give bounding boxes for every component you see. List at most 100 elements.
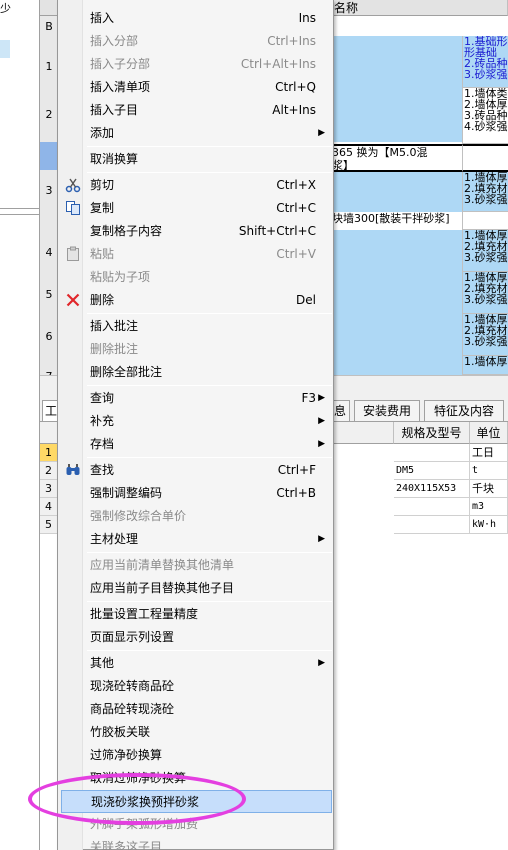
row-number-selected[interactable]: 1: [40, 444, 58, 462]
menu-item-find[interactable]: 查找 Ctrl+F: [61, 459, 332, 482]
description-cell[interactable]: [462, 212, 508, 230]
column-header-unit[interactable]: 单位: [470, 422, 508, 444]
menu-item-label: 查询: [90, 391, 115, 405]
unit-cell[interactable]: t: [470, 462, 508, 480]
row-number[interactable]: 1: [40, 60, 58, 73]
left-panel-selection[interactable]: [0, 40, 10, 58]
menu-item-insert-subsection[interactable]: 插入子分部 Ctrl+Alt+Ins: [61, 53, 332, 76]
menu-item-column-settings[interactable]: 页面显示列设置: [61, 626, 332, 649]
description-cell[interactable]: 1.基础形 形基础 2.砖品种 3.砂浆强: [462, 36, 508, 88]
row-number[interactable]: 3: [40, 184, 58, 197]
spec-cell[interactable]: DM5: [394, 462, 470, 480]
row-number[interactable]: 3: [40, 480, 58, 498]
table-row[interactable]: 块墙300[散装干拌砂浆]: [330, 212, 462, 230]
row-number[interactable]: B: [40, 20, 58, 33]
description-line: 4.砂浆强: [464, 120, 508, 133]
spec-cell[interactable]: [394, 444, 470, 462]
menu-item-cut[interactable]: 剪切 Ctrl+X: [61, 174, 332, 197]
menu-item-force-adjust-code[interactable]: 强制调整编码 Ctrl+B: [61, 482, 332, 505]
menu-item-insert-bill-item[interactable]: 插入清单项 Ctrl+Q: [61, 76, 332, 99]
menu-item-label: 查找: [90, 463, 115, 477]
menu-item-label: 关联多这子目: [90, 840, 163, 850]
menu-item-insert-comment[interactable]: 插入批注: [61, 315, 332, 338]
unit-cell[interactable]: 千块: [470, 480, 508, 498]
tab-features[interactable]: 特征及内容: [424, 400, 504, 421]
menu-item-paste[interactable]: 粘贴 Ctrl+V: [61, 243, 332, 266]
menu-item-sieved-sand-conversion[interactable]: 过筛净砂换算: [61, 744, 332, 767]
menu-item-bamboo-plywood-link[interactable]: 竹胶板关联: [61, 721, 332, 744]
description-cell[interactable]: 1.墙体厚 2.填充材 3.砂浆强: [462, 272, 508, 314]
row-number[interactable]: 5: [40, 516, 58, 534]
menu-item-delete-comment[interactable]: 删除批注: [61, 338, 332, 361]
menu-item-label: 现浇砼转商品砼: [90, 679, 175, 693]
menu-item-insert[interactable]: 插入 Ins: [61, 7, 332, 30]
table-row[interactable]: [330, 88, 462, 142]
submenu-arrow-icon: ▶: [318, 128, 325, 138]
menu-item-label: 剪切: [90, 178, 115, 192]
menu-item-delete-all-comments[interactable]: 删除全部批注: [61, 361, 332, 384]
menu-item-main-material[interactable]: 主材处理 ▶: [61, 528, 332, 551]
row-number[interactable]: 6: [40, 330, 58, 343]
description-cell[interactable]: 1.墙体厚 2.填充材 3.砂浆强: [462, 172, 508, 212]
table-row[interactable]: [330, 172, 462, 212]
menu-item-paste-as-child[interactable]: 粘贴为子项: [61, 266, 332, 289]
table-row[interactable]: [330, 230, 462, 272]
table-row[interactable]: [330, 272, 462, 314]
menu-item-other[interactable]: 其他 ▶: [61, 652, 332, 675]
table-row[interactable]: [330, 314, 462, 356]
column-header-spec[interactable]: 规格及型号: [394, 422, 470, 444]
table-row-selected[interactable]: 365 换为【M5.0混 浆】: [330, 144, 462, 172]
menu-item-batch-precision[interactable]: 批量设置工程量精度: [61, 603, 332, 626]
spec-cell[interactable]: [394, 516, 470, 534]
menu-item-label: 复制: [90, 201, 115, 215]
unit-cell[interactable]: kW·h: [470, 516, 508, 534]
unit-cell[interactable]: m3: [470, 498, 508, 516]
row-number[interactable]: 4: [40, 498, 58, 516]
description-line: 1.墙体厚: [464, 356, 508, 368]
menu-item-label: 强制修改综合单价: [90, 509, 187, 523]
row-number-selected[interactable]: [40, 142, 58, 170]
menu-item-apply-subitem-replace[interactable]: 应用当前子目替换其他子目: [61, 577, 332, 600]
delete-x-icon: [64, 292, 82, 309]
table-row[interactable]: [330, 356, 462, 375]
menu-item-insert-section[interactable]: 插入分部 Ctrl+Ins: [61, 30, 332, 53]
menu-item-shortcut: Ctrl+V: [276, 247, 316, 261]
description-cell[interactable]: 1.墙体厚 2.填充材 3.砂浆强: [462, 230, 508, 272]
menu-item-query[interactable]: 查询 F3 ▶: [61, 387, 332, 410]
menu-item-copy[interactable]: 复制 Ctrl+C: [61, 197, 332, 220]
menu-item-delete[interactable]: 删除 Del: [61, 289, 332, 312]
spec-cell[interactable]: 240X115X53: [394, 480, 470, 498]
description-cell[interactable]: 1.墙体厚 2.填充材 3.砂浆强: [462, 314, 508, 356]
column-header-name[interactable]: 名称: [330, 0, 508, 16]
menu-item-supplement[interactable]: 补充 ▶: [61, 410, 332, 433]
menu-item-apply-bill-replace[interactable]: 应用当前清单替换其他清单: [61, 554, 332, 577]
submenu-arrow-icon: ▶: [318, 658, 325, 668]
description-cell[interactable]: [462, 144, 508, 172]
menu-item-commercial-to-cast-concrete[interactable]: 商品砼转现浇砼: [61, 698, 332, 721]
menu-item-shortcut: Del: [296, 293, 316, 307]
menu-item-label: 过筛净砂换算: [90, 748, 163, 762]
menu-item-related-subitems[interactable]: 关联多这子目: [61, 836, 332, 850]
row-number[interactable]: 2: [40, 462, 58, 480]
row-number[interactable]: 4: [40, 246, 58, 259]
unit-cell[interactable]: 工日: [470, 444, 508, 462]
row-number[interactable]: 2: [40, 108, 58, 121]
table-row[interactable]: [330, 36, 462, 88]
menu-item-label: 添加: [90, 126, 115, 140]
description-cell[interactable]: 1.墙体类 2.墙体厚 3.砖品种 4.砂浆强: [462, 88, 508, 144]
menu-item-cast-to-commercial-concrete[interactable]: 现浇砼转商品砼: [61, 675, 332, 698]
menu-item-add[interactable]: 添加 ▶: [61, 122, 332, 145]
menu-item-label: 插入批注: [90, 319, 139, 333]
menu-item-insert-subitem[interactable]: 插入子目 Alt+Ins: [61, 99, 332, 122]
description-line: 3.砂浆强: [464, 293, 508, 306]
tab-install-fee[interactable]: 安装费用: [354, 400, 420, 421]
row-number[interactable]: 5: [40, 288, 58, 301]
menu-item-archive[interactable]: 存档 ▶: [61, 433, 332, 456]
spec-cell[interactable]: [394, 498, 470, 516]
menu-item-copy-cell[interactable]: 复制格子内容 Shift+Ctrl+C: [61, 220, 332, 243]
menu-item-cancel-conversion[interactable]: 取消换算: [61, 148, 332, 171]
menu-item-force-modify-unit-price[interactable]: 强制修改综合单价: [61, 505, 332, 528]
row-number-column: B 1 2 3 4 5 6 7: [40, 16, 58, 383]
menu-separator: [87, 172, 332, 173]
description-cell[interactable]: 1.墙体厚: [462, 356, 508, 375]
